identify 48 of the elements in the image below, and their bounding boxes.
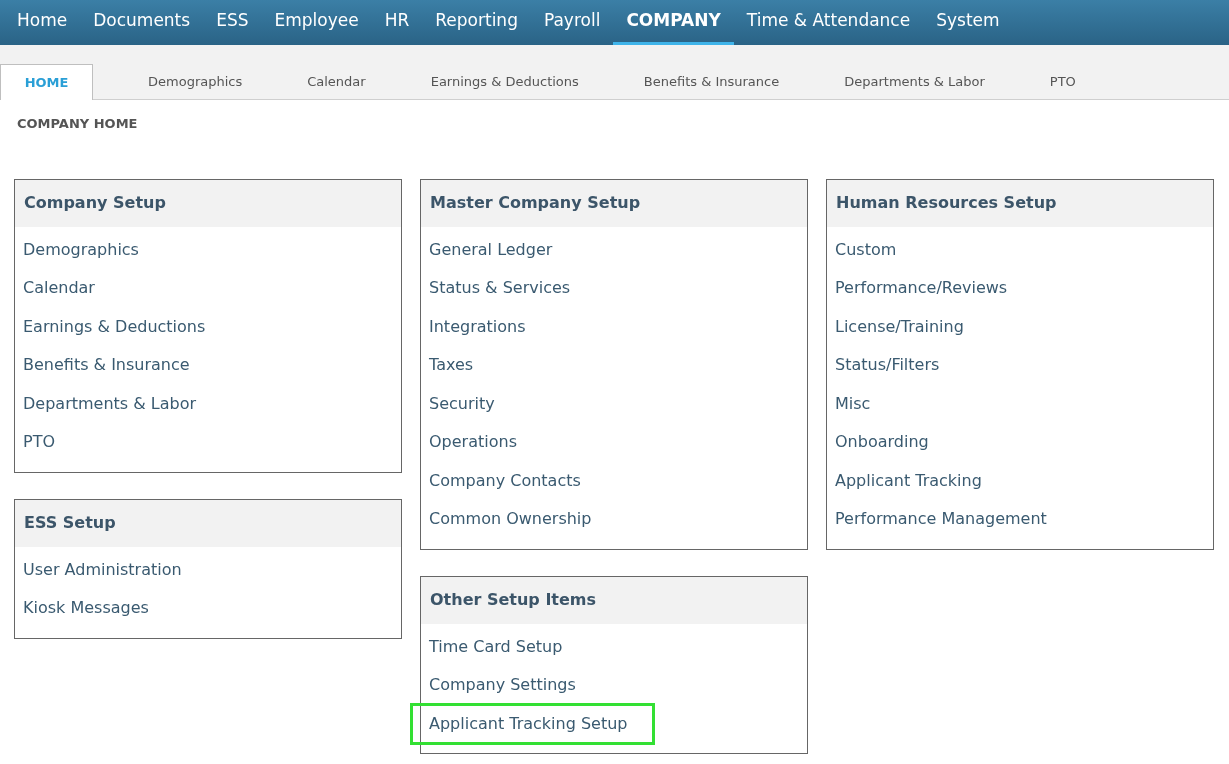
nav-tab[interactable]: Employee xyxy=(261,0,372,45)
setup-link[interactable]: Demographics xyxy=(15,230,147,269)
setup-link[interactable]: Operations xyxy=(421,423,525,462)
setup-link[interactable]: Onboarding xyxy=(827,423,937,462)
setup-link[interactable]: Misc xyxy=(827,384,879,423)
nav-tab[interactable]: Documents xyxy=(80,0,204,45)
setup-link[interactable]: Calendar xyxy=(15,269,103,308)
setup-link[interactable]: General Ledger xyxy=(421,230,561,269)
setup-link[interactable]: Common Ownership xyxy=(421,500,600,539)
sub-tab[interactable]: Departments & Labor xyxy=(824,64,1005,100)
nav-tab[interactable]: System xyxy=(923,0,1013,45)
panel-header: Human Resources Setup xyxy=(827,179,1213,227)
setup-link[interactable]: Applicant Tracking Setup xyxy=(412,704,653,743)
setup-link[interactable]: Applicant Tracking xyxy=(827,461,990,500)
panel-header: Other Setup Items xyxy=(421,576,807,624)
setup-link[interactable]: Integrations xyxy=(421,307,534,346)
setup-link[interactable]: License/Training xyxy=(827,307,972,346)
nav-tab[interactable]: HR xyxy=(371,0,423,45)
setup-link[interactable]: Performance/Reviews xyxy=(827,269,1016,308)
sub-tab[interactable]: Calendar xyxy=(287,64,386,100)
nav-tab[interactable]: ESS xyxy=(203,0,262,45)
panel-header: Company Setup xyxy=(15,179,401,227)
sub-tab[interactable]: PTO xyxy=(1029,64,1096,100)
nav-tab[interactable]: Reporting xyxy=(422,0,531,45)
setup-link[interactable]: Departments & Labor xyxy=(15,384,205,423)
setup-link[interactable]: User Administration xyxy=(15,550,190,589)
setup-link[interactable]: Kiosk Messages xyxy=(15,589,157,628)
setup-link[interactable]: Performance Management xyxy=(827,500,1055,539)
sub-tab[interactable]: Benefits & Insurance xyxy=(623,64,800,100)
setup-link[interactable]: Company Contacts xyxy=(421,461,589,500)
setup-link[interactable]: Status/Filters xyxy=(827,346,948,385)
breadcrumb: COMPANY HOME xyxy=(17,115,139,133)
panel-header: ESS Setup xyxy=(15,499,401,547)
nav-tab[interactable]: Payroll xyxy=(530,0,614,45)
setup-link[interactable]: Custom xyxy=(827,230,905,269)
sub-tab[interactable]: Earnings & Deductions xyxy=(410,64,599,100)
setup-link[interactable]: Company Settings xyxy=(421,666,584,705)
setup-link[interactable]: Security xyxy=(421,384,503,423)
nav-tab[interactable]: Time & Attendance xyxy=(733,0,924,45)
setup-link[interactable]: PTO xyxy=(15,423,63,462)
sub-tab[interactable]: Demographics xyxy=(128,64,263,100)
setup-link[interactable]: Time Card Setup xyxy=(421,627,571,666)
setup-link[interactable]: Status & Services xyxy=(421,269,579,308)
panel-header: Master Company Setup xyxy=(421,179,807,227)
setup-link[interactable]: Taxes xyxy=(421,346,482,385)
setup-link[interactable]: Earnings & Deductions xyxy=(15,307,214,346)
setup-link[interactable]: Benefits & Insurance xyxy=(15,346,198,385)
nav-tab[interactable]: Home xyxy=(4,0,81,45)
